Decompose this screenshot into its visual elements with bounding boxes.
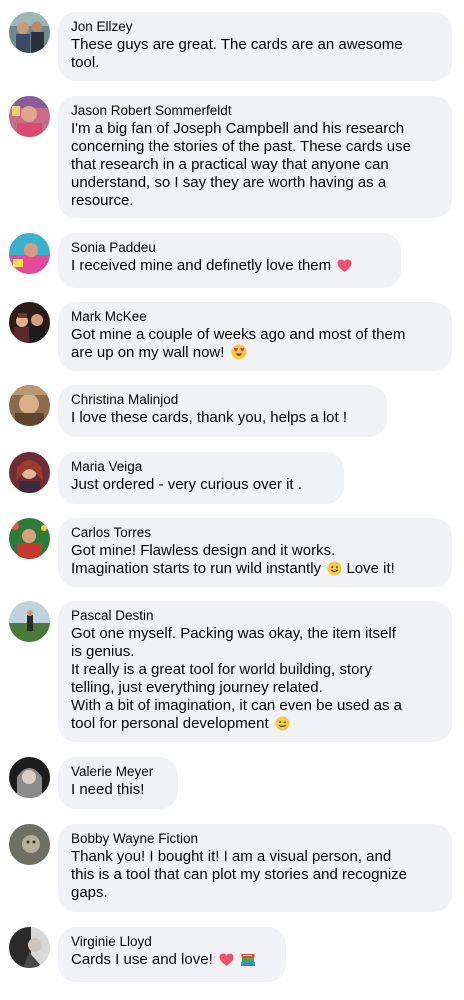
comment-bubble: Carlos Torres Got mine! Flawless design …	[58, 518, 452, 587]
comment-author[interactable]: Bobby Wayne Fiction	[71, 830, 440, 847]
comment-author[interactable]: Virginie Lloyd	[71, 933, 274, 950]
comment-bubble: Sonia Paddeu I received mine and definet…	[58, 233, 401, 288]
comment-thread: Jon Ellzey These guys are great. The car…	[0, 0, 464, 1000]
avatar[interactable]	[9, 452, 50, 493]
comment-author[interactable]: Pascal Destin	[71, 607, 440, 624]
comment-bubble: Maria Veiga Just ordered - very curious …	[58, 452, 344, 504]
comment-author[interactable]: Carlos Torres	[71, 524, 440, 541]
avatar[interactable]	[9, 96, 50, 137]
comment-text: I love these cards, thank you, helps a l…	[71, 409, 347, 426]
comment-bubble: Jon Ellzey These guys are great. The car…	[58, 12, 452, 81]
heart-eyes-emoji-icon	[231, 344, 247, 365]
avatar[interactable]	[9, 385, 50, 426]
heart-icon	[219, 953, 234, 972]
smile-emoji-icon	[327, 561, 342, 581]
comment-bubble: Christina Malinjod I love these cards, t…	[58, 385, 387, 437]
comment-bubble: Mark McKee Got mine a couple of weeks ag…	[58, 302, 452, 371]
avatar[interactable]	[9, 601, 50, 642]
comment-author[interactable]: Valerie Meyer	[71, 763, 166, 780]
avatar[interactable]	[9, 927, 50, 968]
comment-text: Thank you! I bought it! I am a visual pe…	[71, 848, 408, 901]
avatar[interactable]	[9, 12, 50, 53]
comment-text: Got mine! Flawless design and it works. I…	[71, 542, 440, 581]
comment-text: These guys are great. The cards are an a…	[71, 36, 403, 71]
avatar[interactable]	[9, 824, 50, 865]
comment-text: Cards I use and love!	[71, 951, 274, 972]
comment-author[interactable]: Sonia Paddeu	[71, 239, 389, 256]
comment-text: I'm a big fan of Joseph Campbell and his…	[71, 120, 411, 209]
comment-bubble: Pascal Destin Got one myself. Packing wa…	[58, 601, 452, 742]
comment-author[interactable]: Mark McKee	[71, 308, 440, 325]
heart-icon	[337, 259, 352, 278]
avatar[interactable]	[9, 233, 50, 274]
comment-author[interactable]: Christina Malinjod	[71, 391, 375, 408]
wink-emoji-icon	[275, 716, 290, 736]
comment-bubble: Jason Robert Sommerfeldt I'm a big fan o…	[58, 96, 452, 218]
comment-text: Got mine a couple of weeks ago and most …	[71, 326, 440, 365]
comment-author[interactable]: Jason Robert Sommerfeldt	[71, 102, 440, 119]
avatar[interactable]	[9, 302, 50, 343]
comment-text: I received mine and definetly love them	[71, 257, 389, 278]
comment-bubble: Valerie Meyer I need this!	[58, 757, 178, 809]
books-icon	[240, 952, 256, 972]
comment-text: Just ordered - very curious over it .	[71, 476, 302, 493]
avatar[interactable]	[9, 757, 50, 798]
comment-text: Got one myself. Packing was okay, the it…	[71, 625, 440, 736]
comment-text: I need this!	[71, 781, 145, 798]
comment-author[interactable]: Jon Ellzey	[71, 18, 440, 35]
avatar[interactable]	[9, 518, 50, 559]
comment-author[interactable]: Maria Veiga	[71, 458, 332, 475]
comment-bubble: Bobby Wayne Fiction Thank you! I bought …	[58, 824, 452, 912]
comment-bubble: Virginie Lloyd Cards I use and love!	[58, 927, 286, 982]
